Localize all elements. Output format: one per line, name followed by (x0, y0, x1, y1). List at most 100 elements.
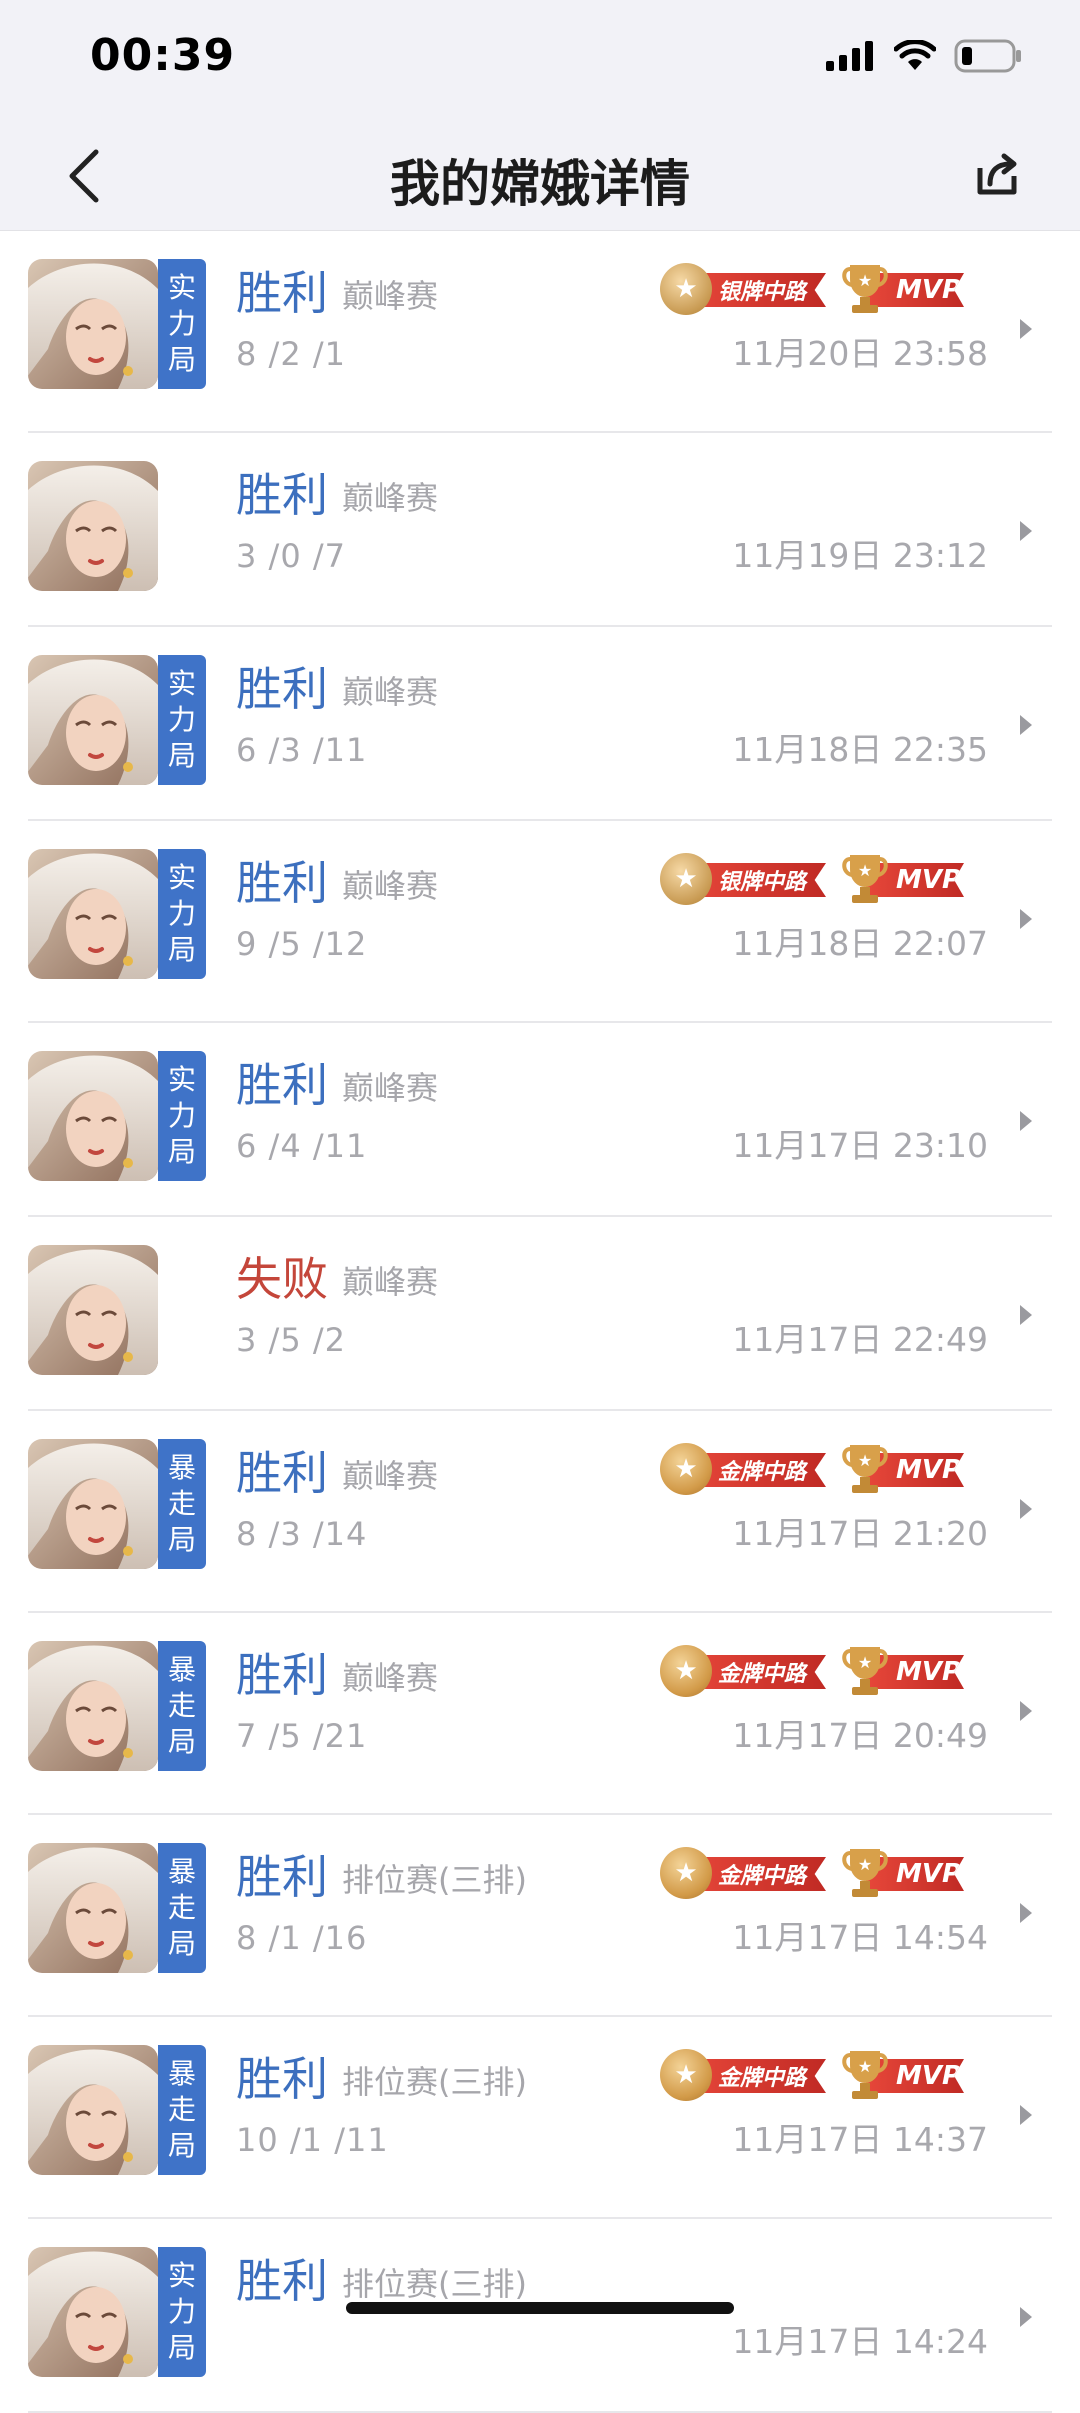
match-result: 胜利 (236, 856, 328, 910)
navigation-bar: 我的嫦娥详情 (0, 120, 1080, 231)
gold-mid-lane-badge: 金牌中路 ★ (656, 2045, 826, 2105)
match-date: 11月17日 14:54 (732, 1918, 988, 1957)
match-mode: 巅峰赛 (342, 1263, 439, 1301)
hero-avatar (28, 849, 158, 979)
match-tag: 实力局 (158, 849, 206, 979)
star-medal-icon: ★ (660, 1847, 712, 1899)
match-date: 11月17日 14:37 (732, 2120, 988, 2159)
match-tag: 实力局 (158, 655, 206, 785)
match-mode: 巅峰赛 (342, 1457, 439, 1495)
match-tag-char: 实 (167, 667, 196, 700)
share-icon[interactable] (968, 146, 1026, 204)
match-row[interactable]: 失败 巅峰赛 3 /5 /2 11月17日 22:49 (0, 1217, 1080, 1411)
silver-mid-lane-badge: 银牌中路 ★ (656, 849, 826, 909)
hero-avatar (28, 655, 158, 785)
chevron-right-icon (1020, 319, 1032, 339)
match-mode: 巅峰赛 (342, 1069, 439, 1107)
match-row[interactable]: 暴走局 胜利 巅峰赛 7 /5 /21 金牌中路 ★ MVP ★ 11月17日 … (0, 1613, 1080, 1815)
match-tag-char: 局 (167, 2331, 196, 2364)
match-mode: 巅峰赛 (342, 867, 439, 905)
match-date: 11月17日 20:49 (732, 1716, 988, 1755)
match-kda: 8 /3 /14 (236, 1515, 368, 1553)
hero-avatar (28, 1051, 158, 1181)
match-result: 胜利 (236, 1058, 328, 1112)
match-date: 11月17日 23:10 (732, 1126, 988, 1165)
match-result: 胜利 (236, 468, 328, 522)
badge-group: 金牌中路 ★ MVP ★ (656, 2045, 964, 2105)
match-row[interactable]: 实力局 胜利 排位赛(三排) 11月17日 14:24 (0, 2219, 1080, 2413)
match-kda: 6 /3 /11 (236, 731, 368, 769)
status-time: 00:39 (90, 30, 236, 81)
chevron-right-icon (1020, 1305, 1032, 1325)
match-date: 11月18日 22:35 (732, 730, 988, 769)
match-mode: 巅峰赛 (342, 673, 439, 711)
badge-group: 金牌中路 ★ MVP ★ (656, 1641, 964, 1701)
mvp-badge: MVP ★ (840, 1641, 964, 1701)
match-tag-char: 实 (167, 861, 196, 894)
match-result: 胜利 (236, 2052, 328, 2106)
match-kda: 9 /5 /12 (236, 925, 368, 963)
trophy-icon: ★ (842, 1849, 888, 1897)
match-kda: 8 /2 /1 (236, 335, 346, 373)
svg-text:★: ★ (858, 1855, 872, 1874)
chevron-right-icon (1020, 1701, 1032, 1721)
match-result: 胜利 (236, 1446, 328, 1500)
match-date: 11月17日 22:49 (732, 1320, 988, 1359)
match-tag: 实力局 (158, 1051, 206, 1181)
match-date: 11月17日 21:20 (732, 1514, 988, 1553)
match-tag: 暴走局 (158, 1641, 206, 1771)
match-kda: 8 /1 /16 (236, 1919, 368, 1957)
match-tag-char: 力 (167, 1099, 196, 1132)
match-row[interactable]: 实力局 胜利 巅峰赛 6 /4 /11 11月17日 23:10 (0, 1023, 1080, 1217)
mvp-badge: MVP ★ (840, 2045, 964, 2105)
match-mode: 巅峰赛 (342, 479, 439, 517)
match-result: 胜利 (236, 662, 328, 716)
match-row[interactable]: 实力局 胜利 巅峰赛 8 /2 /1 银牌中路 ★ MVP ★ 11月20日 2… (0, 231, 1080, 433)
hero-avatar (28, 259, 158, 389)
page-title: 我的嫦娥详情 (390, 155, 690, 213)
match-row[interactable]: 实力局 胜利 巅峰赛 6 /3 /11 11月18日 22:35 (0, 627, 1080, 821)
star-medal-icon: ★ (660, 1645, 712, 1697)
cellular-signal-icon (826, 41, 873, 71)
hero-avatar (28, 2045, 158, 2175)
match-row[interactable]: 暴走局 胜利 排位赛(三排) 8 /1 /16 金牌中路 ★ MVP ★ 11月… (0, 1815, 1080, 2017)
match-row[interactable]: 暴走局 胜利 排位赛(三排) 10 /1 /11 金牌中路 ★ MVP ★ 11… (0, 2017, 1080, 2219)
match-tag: 实力局 (158, 259, 206, 389)
match-tag-char: 实 (167, 271, 196, 304)
match-row[interactable]: 实力局 胜利 巅峰赛 9 /5 /12 银牌中路 ★ MVP ★ 11月18日 … (0, 821, 1080, 1023)
match-result: 胜利 (236, 1850, 328, 1904)
match-row[interactable]: 胜利 巅峰赛 3 /0 /7 11月19日 23:12 (0, 433, 1080, 627)
svg-text:★: ★ (858, 2057, 872, 2076)
svg-text:★: ★ (858, 1653, 872, 1672)
chevron-right-icon (1020, 1111, 1032, 1131)
match-kda: 7 /5 /21 (236, 1717, 368, 1755)
match-tag-char: 走 (167, 1891, 196, 1924)
chevron-right-icon (1020, 521, 1032, 541)
star-medal-icon: ★ (660, 1443, 712, 1495)
chevron-right-icon (1020, 909, 1032, 929)
svg-text:★: ★ (858, 861, 872, 880)
match-kda: 3 /5 /2 (236, 1321, 346, 1359)
match-tag-char: 走 (167, 1689, 196, 1722)
match-mode: 巅峰赛 (342, 1659, 439, 1697)
hero-avatar (28, 1245, 158, 1375)
badge-group: 银牌中路 ★ MVP ★ (656, 259, 964, 319)
wifi-icon (894, 40, 936, 70)
hero-avatar (28, 461, 158, 591)
match-tag-char: 走 (167, 1487, 196, 1520)
trophy-icon: ★ (842, 1647, 888, 1695)
match-row[interactable]: 暴走局 胜利 巅峰赛 8 /3 /14 金牌中路 ★ MVP ★ 11月17日 … (0, 1411, 1080, 1613)
chevron-right-icon (1020, 1903, 1032, 1923)
mvp-badge: MVP ★ (840, 1439, 964, 1499)
trophy-icon: ★ (842, 855, 888, 903)
home-indicator[interactable] (346, 2302, 734, 2314)
match-tag-char: 暴 (167, 2057, 196, 2090)
match-kda: 10 /1 /11 (236, 2121, 389, 2159)
hero-avatar (28, 1641, 158, 1771)
mvp-badge: MVP ★ (840, 849, 964, 909)
match-result: 失败 (236, 1252, 328, 1306)
star-medal-icon: ★ (660, 263, 712, 315)
gold-mid-lane-badge: 金牌中路 ★ (656, 1439, 826, 1499)
badge-group: 金牌中路 ★ MVP ★ (656, 1843, 964, 1903)
match-result: 胜利 (236, 2254, 328, 2308)
